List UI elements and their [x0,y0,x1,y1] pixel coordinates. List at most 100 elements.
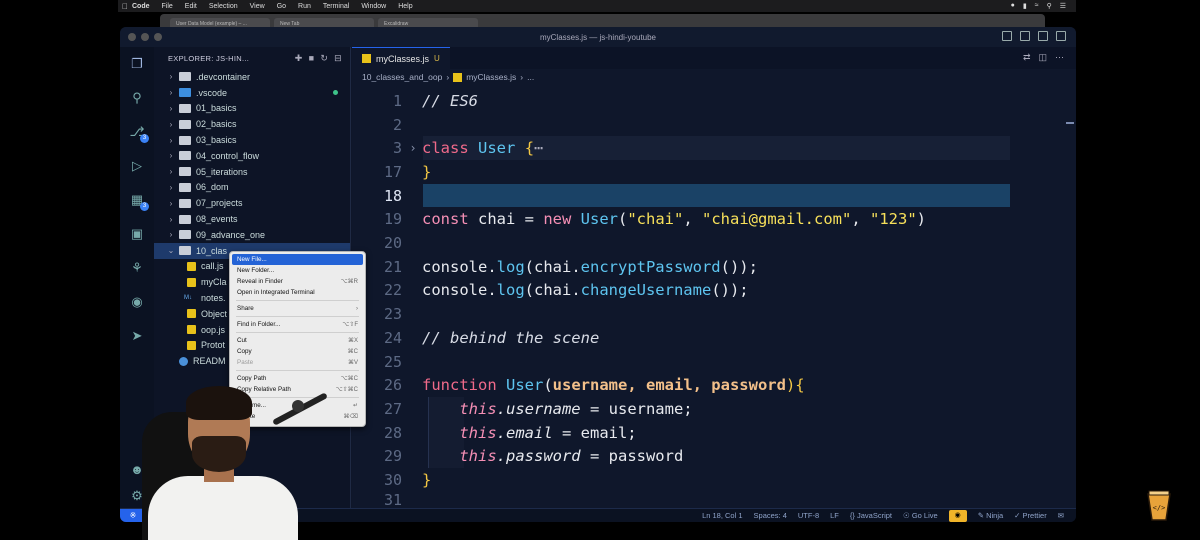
search-icon[interactable]: ⚲ [1047,2,1052,10]
screen:  Code File Edit Selection View Go Run T… [0,0,1200,540]
zoom-window-button[interactable] [154,33,162,41]
menu-item-new-file[interactable]: New File... [232,254,363,265]
tree-item-label: 10_clas [196,245,228,256]
cursor-position[interactable]: Ln 18, Col 1 [702,511,742,520]
breadcrumb-symbol[interactable]: ... [527,72,534,82]
search-icon[interactable]: ⚲ [128,89,146,107]
menu-terminal[interactable]: Terminal [323,3,349,10]
code-line: 26 function User(username, email, passwor… [352,373,1076,397]
menu-edit[interactable]: Edit [185,3,197,10]
menu-item-label: Find in Folder... [237,321,281,328]
tree-item-folder[interactable]: › 02_basics [154,116,350,132]
tab-myclasses[interactable]: myClasses.js U [352,47,450,69]
tree-item-folder[interactable]: › 06_dom [154,180,350,196]
battery-icon[interactable]: ▮ [1023,2,1027,10]
customize-layout-icon[interactable] [1056,31,1066,41]
line-endings[interactable]: LF [830,511,839,520]
toggle-secondary-sidebar-icon[interactable] [1038,31,1048,41]
menu-go[interactable]: Go [277,3,286,10]
menu-item-paste[interactable]: Paste ⌘V [232,357,363,368]
control-center-icon[interactable]: ☰ [1060,2,1066,10]
code-line: 3 › class User {⋯ [352,136,1076,160]
source-control-icon[interactable]: ⎇ 3 [128,123,149,143]
function-call: log [496,257,525,276]
refresh-icon[interactable]: ↻ [320,53,328,64]
tree-item-label: 04_control_flow [196,150,260,161]
js-file-icon [187,309,196,319]
indentation[interactable]: Spaces: 4 [754,511,787,520]
menu-item-find-in-folder[interactable]: Find in Folder... ⌥⇧F [232,319,363,330]
new-folder-icon[interactable]: ■ [309,53,315,64]
split-editor-icon[interactable]: ◫ [1038,52,1047,63]
run-debug-icon[interactable]: ▷ [128,157,146,175]
open-changes-icon[interactable]: ⇄ [1023,52,1031,63]
more-actions-icon[interactable]: ⋯ [1055,52,1064,63]
tree-item-vscode[interactable]: › .vscode [154,85,350,101]
menu-item-new-folder[interactable]: New Folder... [232,265,363,276]
copilot-status-icon[interactable]: ◉ [948,509,967,522]
tree-item-folder[interactable]: › 08_events [154,211,350,227]
wifi-icon[interactable]: ≈ [1035,2,1039,10]
extensions-icon[interactable]: ▦ 3 [128,191,149,211]
menu-item-cut[interactable]: Cut ⌘X [232,335,363,346]
notifications-bell-icon[interactable]: ✉ [1058,511,1064,520]
menu-view[interactable]: View [250,3,265,10]
menu-item-label: Cut [237,337,247,344]
breadcrumb-folder[interactable]: 10_classes_and_oop [362,72,442,82]
apple-icon[interactable]:  [118,2,132,11]
menu-run[interactable]: Run [298,3,311,10]
tree-item-folder[interactable]: › 09_advance_one [154,227,350,243]
explorer-actions: ✚ ■ ↻ ⊟ [295,53,350,64]
toggle-panel-icon[interactable] [1020,31,1030,41]
menu-help[interactable]: Help [398,3,412,10]
collapse-all-icon[interactable]: ⊟ [334,53,342,64]
menu-window[interactable]: Window [361,3,386,10]
brace: } [422,162,432,181]
tree-item-folder[interactable]: › 07_projects [154,195,350,211]
broadcast-icon: ☉ [903,511,912,520]
tree-item-folder[interactable]: › 03_basics [154,132,350,148]
chevron-right-icon: › [169,182,173,192]
close-window-button[interactable] [128,33,136,41]
tree-item-label: .devcontainer [196,71,251,82]
remote-explorer-icon[interactable]: ▣ [128,225,146,243]
menu-item-reveal-in-finder[interactable]: Reveal in Finder ⌥⌘R [232,276,363,287]
docker-icon[interactable]: ⚘ [128,259,146,277]
language-mode[interactable]: {} JavaScript [850,511,892,520]
explorer-icon[interactable]: ❐ [128,55,146,73]
string: "chai" [627,210,684,229]
tree-item-devcontainer[interactable]: › .devcontainer [154,69,350,85]
property: .password [496,447,581,466]
comment: // behind the scene [422,328,600,347]
chevron-down-icon: ⌄ [167,246,175,256]
live-share-icon[interactable]: ➤ [128,327,146,345]
menu-item-share[interactable]: Share › [232,303,363,314]
toggle-sidebar-icon[interactable] [1002,31,1012,41]
menu-item-label: New Folder... [237,267,275,274]
copilot-icon[interactable]: ◉ [128,293,146,311]
tree-item-folder[interactable]: › 05_iterations [154,164,350,180]
ninja-status[interactable]: ✎ Ninja [978,511,1003,520]
tree-item-folder[interactable]: › 01_basics [154,101,350,117]
encoding[interactable]: UTF-8 [798,511,819,520]
js-file-icon [362,54,371,63]
new-file-icon[interactable]: ✚ [295,53,303,64]
punct: ( [618,210,628,229]
chevron-right-icon[interactable]: › [404,141,422,155]
minimize-window-button[interactable] [141,33,149,41]
tree-item-folder[interactable]: › 04_control_flow [154,148,350,164]
status-icon[interactable]: ● [1011,2,1015,10]
svg-text:</>: </> [1153,504,1166,512]
prettier-status[interactable]: ✓ Prettier [1014,511,1047,520]
line-number: 18 [383,186,402,205]
menu-file[interactable]: File [162,3,173,10]
menu-app-name[interactable]: Code [132,3,150,10]
menu-item-open-terminal[interactable]: Open in Integrated Terminal [232,287,363,298]
menu-item-copy[interactable]: Copy ⌘C [232,346,363,357]
menu-selection[interactable]: Selection [209,3,238,10]
line-number: 30 [383,471,402,490]
code-editor[interactable]: 1// ES6 2 3 › class User {⋯ 17} 18 19 const… [352,89,1076,508]
folded-ellipsis[interactable]: ⋯ [534,139,543,157]
breadcrumb-file[interactable]: myClasses.js [466,72,516,82]
go-live-button[interactable]: ☉ Go Live [903,511,938,520]
